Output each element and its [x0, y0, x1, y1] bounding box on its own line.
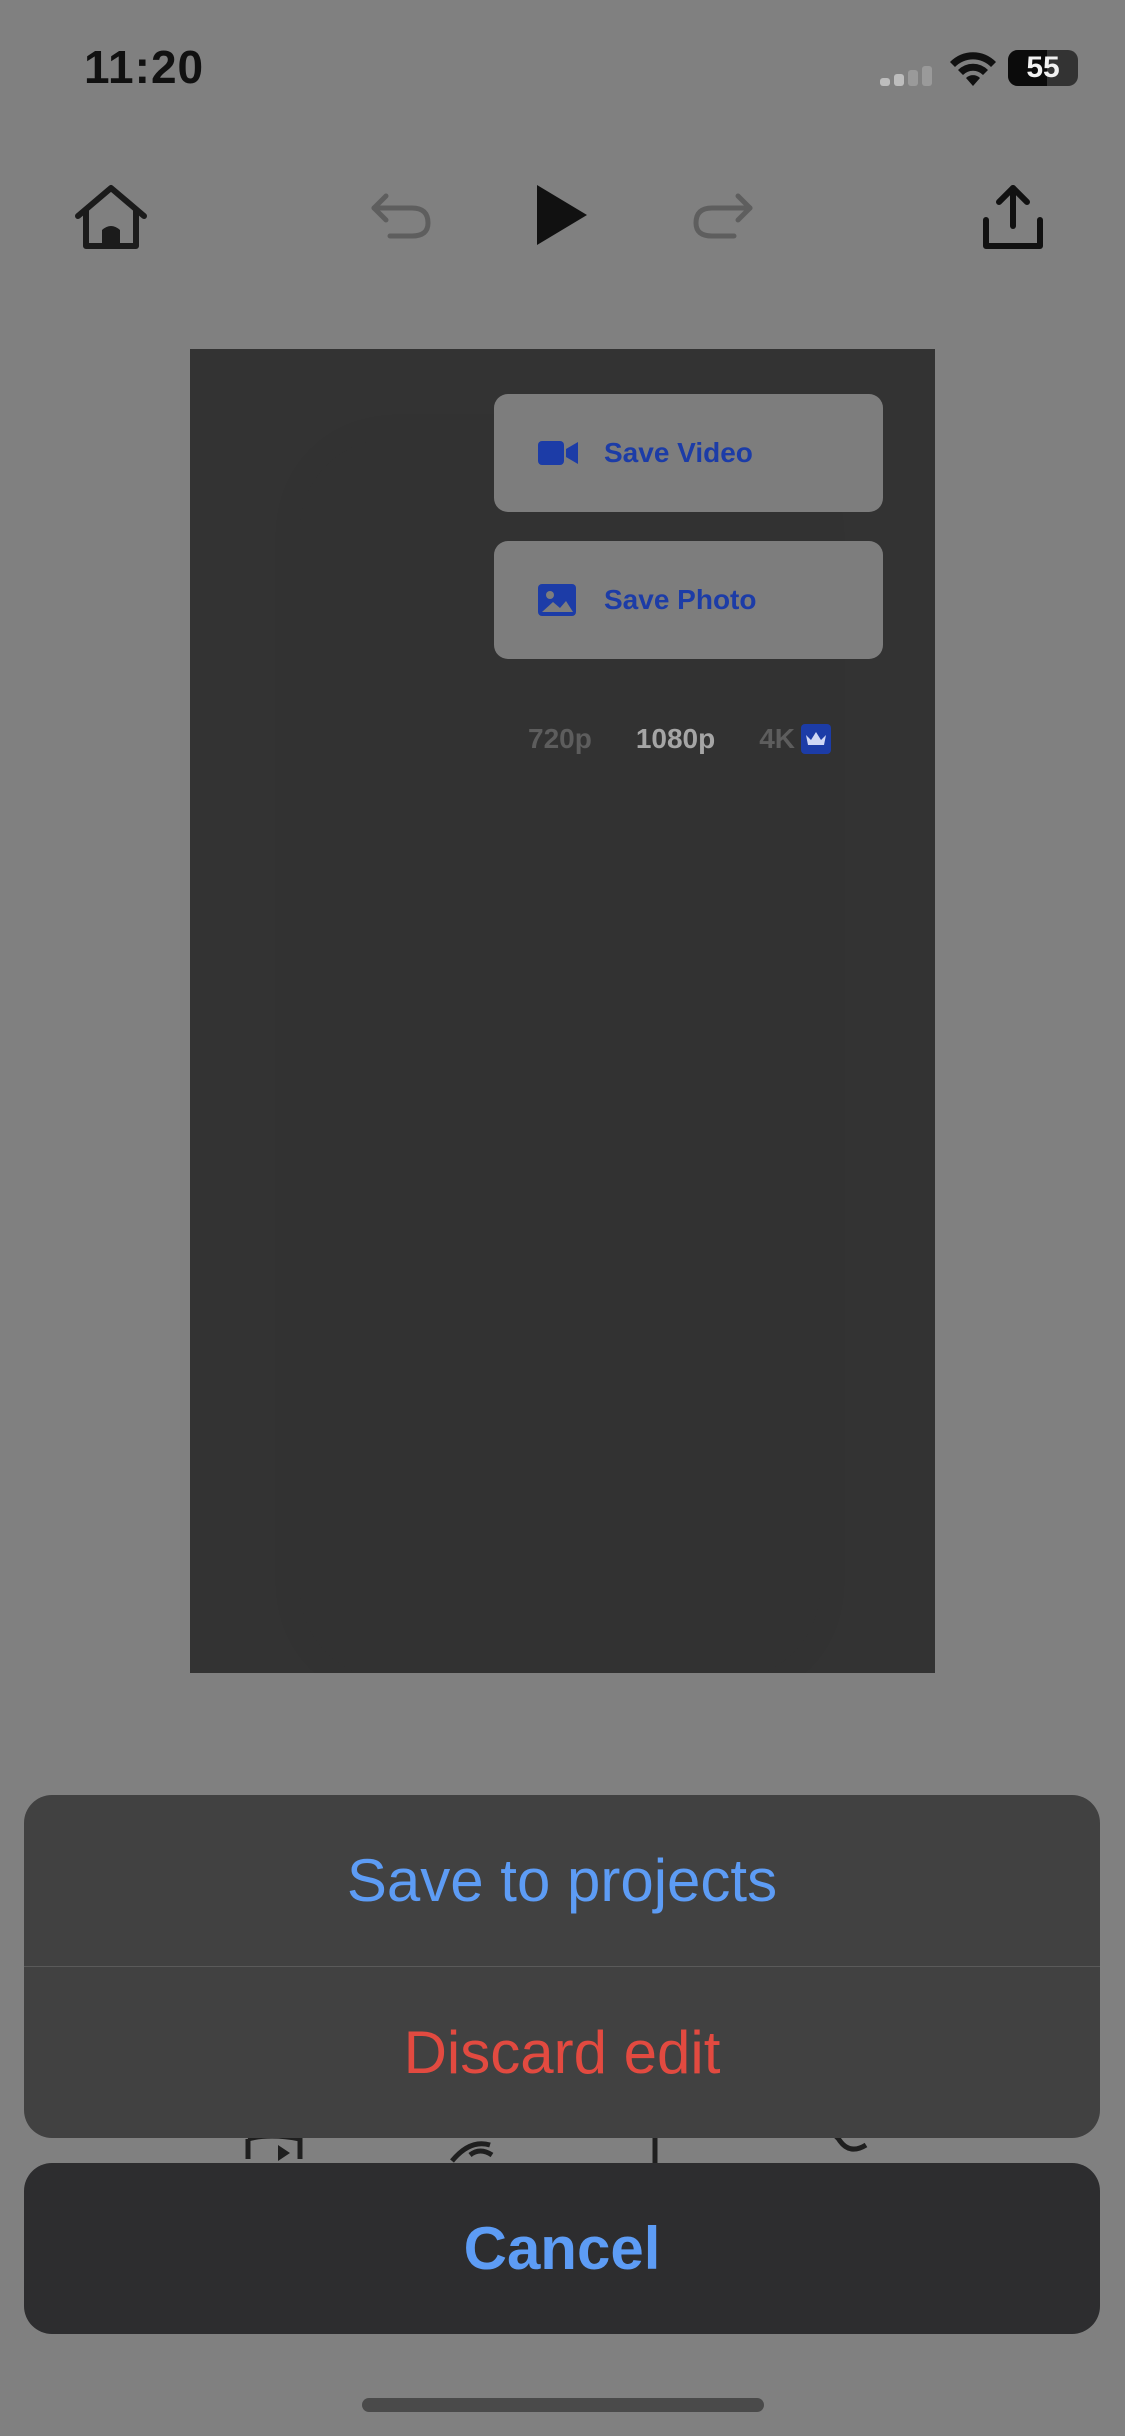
- action-sheet: Save to projects Discard edit: [24, 1795, 1100, 2138]
- status-time: 11:20: [84, 41, 205, 93]
- crown-icon: [801, 724, 832, 754]
- battery-label: 55: [1026, 51, 1060, 84]
- video-camera-icon: [538, 433, 578, 473]
- save-photo-label: Save Photo: [604, 584, 757, 615]
- resolution-option-720p[interactable]: 720p: [528, 723, 592, 755]
- play-icon[interactable]: [535, 183, 589, 247]
- battery-icon: 55: [1008, 50, 1078, 86]
- home-icon[interactable]: [72, 182, 150, 252]
- save-photo-button[interactable]: Save Photo: [494, 541, 883, 659]
- video-preview: Save Video Save Photo 720p 1080p 4K: [190, 349, 935, 1673]
- home-indicator[interactable]: [362, 2398, 764, 2412]
- discard-edit-button[interactable]: Discard edit: [24, 1967, 1100, 2138]
- status-bar: 11:20 55: [0, 0, 1125, 140]
- wifi-icon: [950, 52, 996, 86]
- resolution-option-4k[interactable]: 4K: [759, 723, 832, 755]
- photo-icon: [538, 580, 578, 620]
- resolution-selector: 720p 1080p 4K: [528, 719, 832, 759]
- save-to-projects-button[interactable]: Save to projects: [24, 1795, 1100, 1966]
- resolution-4k-label: 4K: [759, 723, 796, 754]
- cancel-button[interactable]: Cancel: [24, 2163, 1100, 2334]
- cellular-signal-icon: [880, 66, 934, 86]
- save-video-label: Save Video: [604, 437, 753, 468]
- redo-icon[interactable]: [690, 190, 756, 242]
- undo-icon[interactable]: [368, 190, 434, 242]
- share-icon[interactable]: [982, 182, 1044, 252]
- save-video-button[interactable]: Save Video: [494, 394, 883, 512]
- resolution-option-1080p[interactable]: 1080p: [636, 723, 715, 755]
